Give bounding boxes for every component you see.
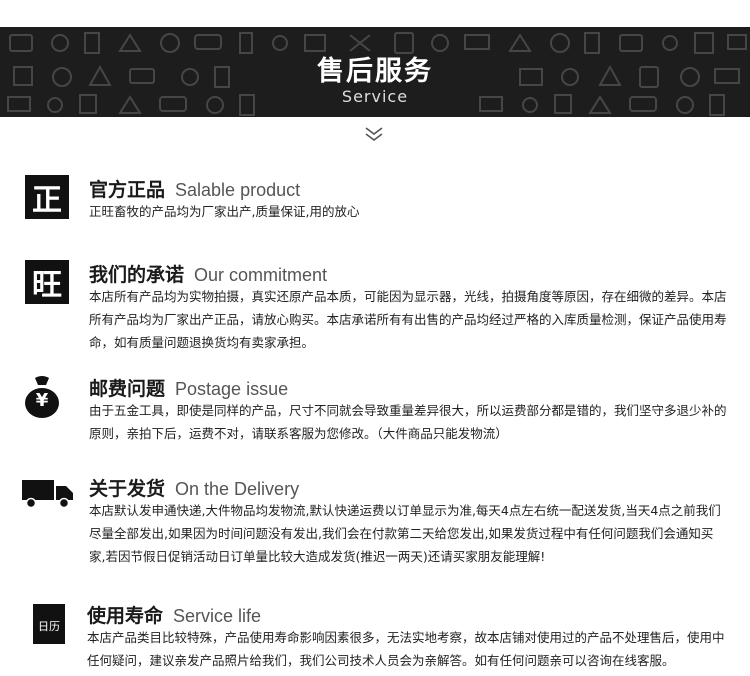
chevron-down-icon	[365, 127, 383, 141]
page-subtitle: Service	[341, 87, 409, 106]
section-heading-service-life: 使用寿命 Service life	[87, 601, 261, 628]
calendar-label: 日历	[38, 620, 60, 633]
header-banner: 售后服务 Service	[0, 27, 750, 117]
section-body-postage: 由于五金工具，即使是同样的产品，尺寸不同就会导致重量差异很大，所以运费部分都是错…	[89, 403, 727, 441]
section-body-service-life: 本店产品类目比较特殊，产品使用寿命影响因素很多，无法实地考察，故本店铺对使用过的…	[87, 630, 725, 668]
section-title-cn: 使用寿命	[87, 605, 164, 627]
section-title-en: On the Delivery	[175, 479, 300, 499]
section-title-cn: 我们的承诺	[89, 264, 185, 286]
page-title: 售后服务	[317, 56, 433, 87]
section-title-cn: 邮费问题	[89, 378, 166, 400]
section-title-en: Service life	[173, 606, 262, 626]
delivery-truck-icon	[22, 480, 73, 508]
section-heading-postage: 邮费问题 Postage issue	[89, 374, 288, 401]
money-bag-symbol: ¥	[35, 390, 49, 411]
section-title-en: Postage issue	[175, 379, 289, 399]
section-title-cn: 官方正品	[89, 179, 166, 201]
section-body-commitment: 本店所有产品均为实物拍摄，真实还原产品本质，可能因为显示器，光线，拍摄角度等原因…	[89, 289, 727, 350]
section-title-en: Our commitment	[194, 265, 328, 285]
section-body-delivery: 本店默认发申通快递,大件物品均发物流,默认快递运费以订单显示为准,每天4点左右统…	[89, 503, 721, 564]
seal-zheng-glyph: 正	[32, 183, 62, 218]
seal-wang-icon: 旺	[25, 260, 69, 304]
section-title-en: Salable product	[175, 180, 301, 200]
section-heading-genuine: 官方正品 Salable product	[89, 175, 300, 202]
section-heading-commitment: 我们的承诺 Our commitment	[89, 260, 327, 287]
section-heading-delivery: 关于发货 On the Delivery	[89, 474, 299, 501]
seal-zheng-icon: 正	[25, 175, 69, 219]
calendar-icon: 日历	[33, 604, 65, 644]
seal-wang-glyph: 旺	[32, 268, 62, 303]
section-title-cn: 关于发货	[89, 478, 166, 500]
section-body-genuine: 正旺畜牧的产品均为厂家出产,质量保证,用的放心	[89, 204, 360, 219]
